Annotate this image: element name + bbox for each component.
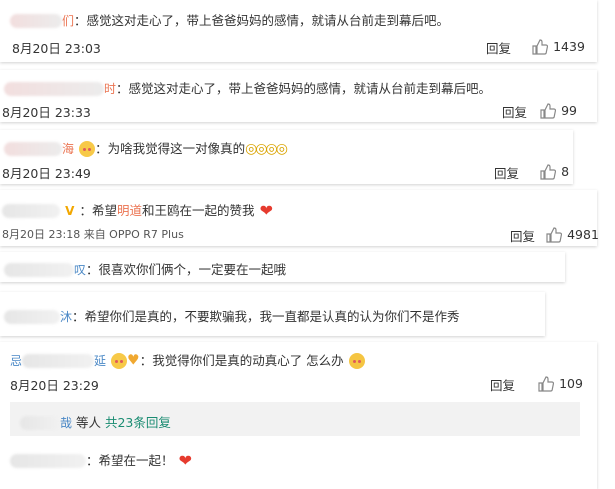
blush-emoji-icon [79, 140, 96, 157]
like-count: 1439 [553, 39, 585, 54]
comment-card: V ：希望明道和王鸥在一起的赞我 ❤ 8月20日 23:18 来自 OPPO R… [0, 190, 599, 246]
username-fragment[interactable]: 沐 [60, 310, 72, 324]
comment-text: ：很喜欢你们俩个，一定要在一起哦 [86, 262, 287, 277]
comment-text: ：为啥我觉得这一对像真的 [95, 141, 246, 156]
comment-text: ：感觉这对走心了，带上爸爸妈妈的感情，就请从台前走到幕后吧。 [74, 13, 450, 28]
thinking-face-emoji-icon [348, 352, 365, 369]
comment-timestamp: 8月20日 23:29 [10, 378, 99, 393]
view-more-replies-link[interactable]: 共23条回复 [105, 415, 171, 430]
username-fragment[interactable]: 时 [104, 82, 116, 96]
username-redacted[interactable] [2, 203, 60, 218]
comment-card: 海 ：为啥我觉得这一对像真的◎◎◎◎ 8月20日 23:49 回复 8 [0, 130, 573, 184]
thumbs-up-icon [546, 226, 562, 243]
username-prefix[interactable]: 忌 [10, 354, 22, 368]
sub-reply-text: 等人 [72, 415, 105, 430]
comment-card: 叹：很喜欢你们俩个，一定要在一起哦 [0, 252, 565, 282]
username-redacted[interactable] [4, 309, 60, 324]
username-redacted[interactable] [10, 453, 86, 468]
comment-card: 忌 延 ♥：我觉得你们是真的动真心了 怎么办 8月20日 23:29 回复 109… [0, 342, 597, 489]
comment-text: ：感觉这对走心了，带上爸爸妈妈的感情，就请从台前走到幕后吧。 [116, 81, 492, 96]
username-redacted[interactable] [4, 262, 74, 277]
reply-button[interactable]: 回复 [490, 375, 515, 394]
comment-header: 叹：很喜欢你们俩个，一定要在一起哦 [4, 259, 286, 278]
sub-reply-item: ：希望在一起！ ❤ [10, 450, 192, 470]
sub-reply-text: ：希望在一起！ [86, 453, 174, 468]
comment-header: 沐：希望你们是真的，不要欺骗我，我一直都是认真的认为你们不是作秀 [4, 306, 460, 325]
username-redacted[interactable] [10, 13, 62, 28]
comment-header: 忌 延 ♥：我觉得你们是真的动真心了 怎么办 [10, 350, 365, 369]
comment-header: 时：感觉这对走心了，带上爸爸妈妈的感情，就请从台前走到幕后吧。 [4, 78, 491, 97]
comment-timestamp: 8月20日 23:03 [12, 41, 101, 56]
like-button[interactable]: 99 [540, 100, 577, 119]
thumbs-up-icon [540, 163, 556, 180]
comment-card: 时：感觉这对走心了，带上爸爸妈妈的感情，就请从台前走到幕后吧。 8月20日 23… [0, 70, 597, 122]
username-fragment[interactable]: 哉 [60, 416, 72, 430]
reply-button[interactable]: 回复 [486, 38, 511, 57]
heart-emoji-icon: ❤ [178, 451, 193, 470]
thumbs-up-icon [538, 375, 554, 392]
comment-timestamp: 8月20日 23:18 来自 OPPO R7 Plus [2, 228, 184, 241]
comment-card: 们：感觉这对走心了，带上爸爸妈妈的感情，就请从台前走到幕后吧。 8月20日 23… [0, 0, 597, 62]
username-fragment[interactable]: 海 [62, 142, 74, 156]
reply-button[interactable]: 回复 [510, 226, 535, 245]
balloon-heart-emoji-icon: ♥ [127, 352, 140, 369]
comment-text: ：我觉得你们是真的动真心了 怎么办 [139, 353, 344, 368]
username-fragment[interactable]: 叹 [74, 263, 86, 277]
like-count: 4981 [567, 227, 599, 242]
like-count: 99 [561, 103, 577, 118]
thumbs-up-icon [540, 102, 556, 119]
like-button[interactable]: 109 [538, 373, 583, 392]
blush-emoji-icon [111, 352, 128, 369]
like-button[interactable]: 1439 [532, 36, 585, 55]
comment-timestamp: 8月20日 23:49 [2, 166, 91, 181]
like-count: 109 [559, 376, 583, 391]
like-button[interactable]: 8 [540, 161, 569, 180]
comment-text-suffix: 和王鸥在一起的赞我 [142, 203, 255, 218]
comment-header: 海 ：为啥我觉得这一对像真的◎◎◎◎ [4, 138, 288, 157]
comment-timestamp: 8月20日 23:33 [2, 105, 91, 120]
username-redacted[interactable] [4, 81, 104, 96]
staring-eyes-emoji-icon: ◎◎◎◎ [245, 140, 288, 157]
comment-header: V ：希望明道和王鸥在一起的赞我 ❤ [2, 200, 273, 220]
username-redacted[interactable] [22, 353, 95, 368]
sub-reply-summary[interactable]: 哉 等人 共23条回复 [10, 402, 580, 436]
reply-button[interactable]: 回复 [502, 102, 527, 121]
reply-button[interactable]: 回复 [494, 163, 519, 182]
heart-emoji-icon: ❤ [259, 201, 274, 220]
comment-header: 们：感觉这对走心了，带上爸爸妈妈的感情，就请从台前走到幕后吧。 [10, 10, 449, 29]
username-redacted[interactable] [4, 141, 62, 156]
comment-card: 沐：希望你们是真的，不要欺骗我，我一直都是认真的认为你们不是作秀 [0, 292, 545, 336]
username-fragment[interactable]: 们 [62, 14, 74, 28]
username-redacted[interactable] [20, 415, 60, 430]
mention-link[interactable]: 明道 [117, 203, 142, 218]
like-button[interactable]: 4981 [546, 224, 599, 243]
comment-text-prefix: ：希望 [79, 203, 117, 218]
thumbs-up-icon [532, 38, 548, 55]
username-fragment[interactable]: 延 [94, 354, 106, 368]
comment-text: ：希望你们是真的，不要欺骗我，我一直都是认真的认为你们不是作秀 [72, 309, 460, 324]
like-count: 8 [561, 164, 570, 179]
verified-badge-icon: V [65, 204, 75, 218]
